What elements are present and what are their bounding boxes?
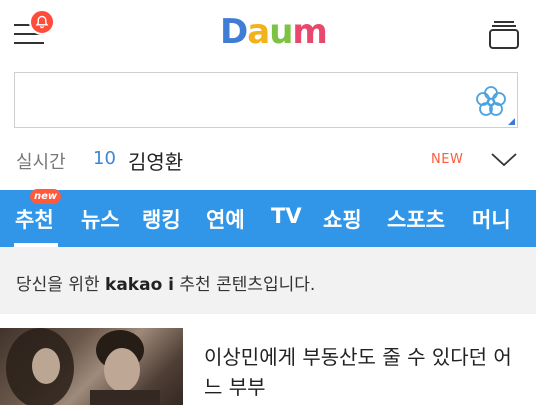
daum-logo[interactable]: Daum bbox=[220, 12, 328, 52]
header: Daum bbox=[0, 0, 536, 66]
chevron-glyph bbox=[491, 153, 517, 167]
bell-glyph bbox=[35, 15, 49, 29]
recommendation-prefix: 당신을 위한 bbox=[16, 275, 100, 295]
logo-letter: u bbox=[269, 12, 293, 52]
realtime-keyword[interactable]: 김영환 bbox=[128, 146, 183, 175]
tab-recommend[interactable]: 추천 bbox=[15, 204, 54, 234]
bell-icon[interactable] bbox=[29, 9, 55, 35]
logo-letter: a bbox=[247, 12, 270, 52]
realtime-label: 실시간 bbox=[16, 152, 66, 173]
browser-tabs-icon[interactable] bbox=[488, 18, 520, 50]
tab-news[interactable]: 뉴스 bbox=[81, 204, 120, 234]
tab-ranking[interactable]: 랭킹 bbox=[142, 204, 181, 234]
article-card[interactable]: 이상민에게 부동산도 줄 수 있다던 어느 부부 bbox=[0, 328, 536, 405]
search-input[interactable] bbox=[25, 81, 469, 121]
tab-tv[interactable]: TV bbox=[271, 204, 302, 228]
tab-money[interactable]: 머니 bbox=[472, 204, 511, 234]
logo-letter: D bbox=[220, 12, 248, 52]
tab-shopping[interactable]: 쇼핑 bbox=[323, 204, 362, 234]
article-title[interactable]: 이상민에게 부동산도 줄 수 있다던 어느 부부 bbox=[204, 342, 522, 402]
recommendation-suffix: 추천 콘텐츠입니다. bbox=[179, 275, 316, 295]
daum-flower-icon[interactable] bbox=[475, 85, 507, 117]
recommendation-banner: 당신을 위한 kakao i 추천 콘텐츠입니다. bbox=[0, 247, 536, 314]
realtime-status-badge: NEW bbox=[431, 152, 464, 167]
category-nav: new 추천 뉴스 랭킹 연예 TV 쇼핑 스포츠 머니 bbox=[0, 189, 536, 247]
article-thumbnail[interactable] bbox=[0, 328, 183, 405]
corner-indicator bbox=[508, 118, 515, 125]
thumbnail-photo bbox=[0, 328, 183, 405]
search-box[interactable] bbox=[14, 72, 518, 128]
tabs-glyph bbox=[489, 21, 519, 49]
menu-bar bbox=[14, 42, 44, 44]
realtime-rank: 10 bbox=[93, 148, 116, 169]
recommendation-text: 당신을 위한 kakao i 추천 콘텐츠입니다. bbox=[16, 270, 315, 295]
tab-sports[interactable]: 스포츠 bbox=[387, 204, 445, 234]
tab-entertainment[interactable]: 연예 bbox=[206, 204, 245, 234]
realtime-ticker[interactable]: 실시간 10 김영환 NEW bbox=[0, 140, 536, 180]
chevron-down-icon[interactable] bbox=[490, 150, 518, 170]
kakao-i-brand: kakao i bbox=[105, 275, 174, 295]
flower-glyph bbox=[476, 86, 506, 116]
logo-letter: m bbox=[292, 12, 327, 52]
new-badge: new bbox=[30, 189, 62, 204]
logo-text: Daum bbox=[220, 12, 328, 52]
